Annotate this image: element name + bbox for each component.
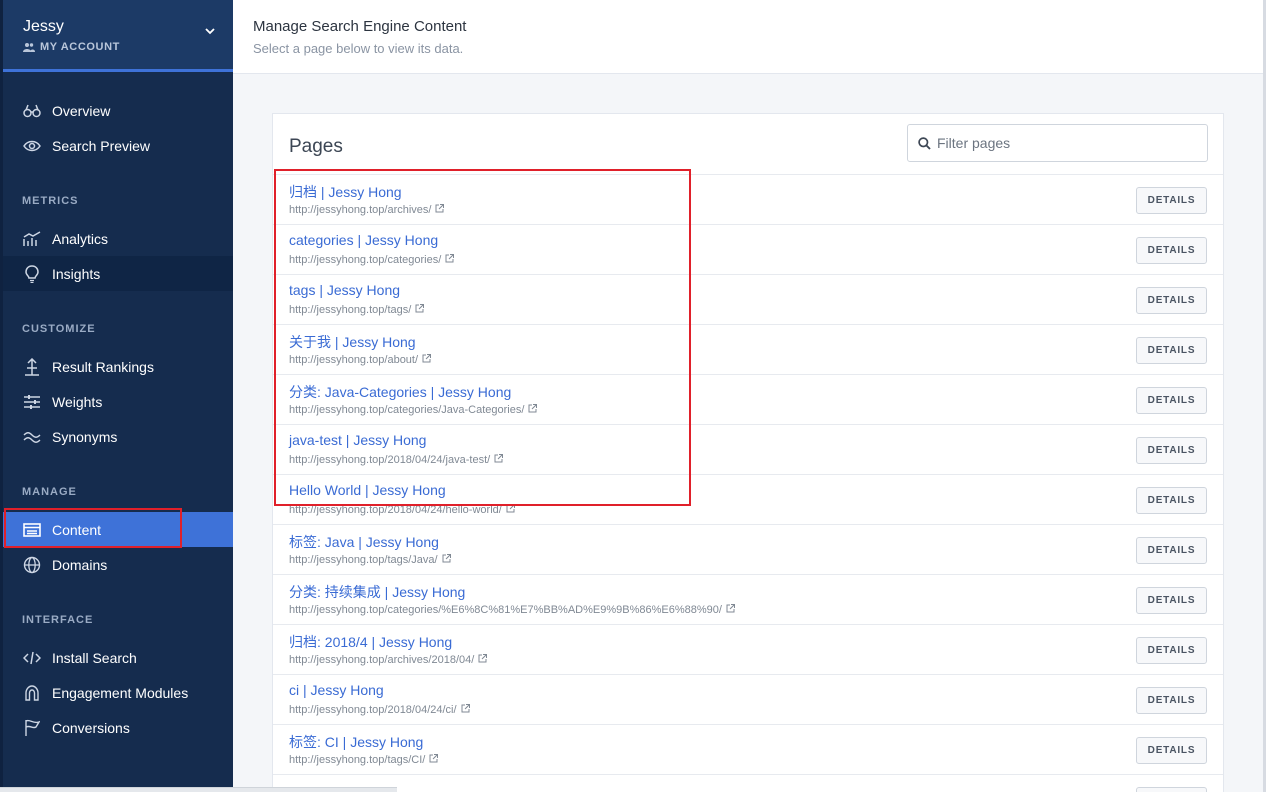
page-url[interactable]: http://jessyhong.top/archives/2018/04/ [289,654,488,666]
sidebar-item-install-search[interactable]: Install Search [3,640,233,675]
page-row: ci | Jessy Hong http://jessyhong.top/2018… [273,674,1223,724]
details-button[interactable]: DETAILS [1136,387,1207,414]
sidebar-item-label: Domains [52,556,108,573]
page-title-link[interactable]: 分类: 持续集成 | Jessy Hong [289,582,465,602]
sidebar-item-label: Analytics [52,230,109,247]
sidebar-item-overview[interactable]: Overview [3,93,233,128]
sidebar-item-result-rankings[interactable]: Result Rankings [3,349,233,384]
page-title: Manage Search Engine Content [253,18,467,35]
chevron-down-icon[interactable] [205,26,215,36]
details-button[interactable]: DETAILS [1136,787,1207,792]
filter-pages-input[interactable] [937,135,1197,151]
sidebar-item-label: Synonyms [52,428,118,445]
users-icon [23,43,35,52]
page-url-text: http://jessyhong.top/archives/2018/04/ [289,654,475,666]
page-url-text: http://jessyhong.top/tags/CI/ [289,754,426,766]
sidebar-item-search-preview[interactable]: Search Preview [3,128,233,163]
synonyms-icon [22,427,42,447]
page-row: 标签: Java | Jessy Hong http://jessyhong.to… [273,524,1223,574]
page-header: Manage Search Engine Content Select a pa… [233,0,1266,74]
page-subtitle: Select a page below to view its data. [253,41,464,56]
external-link-icon[interactable] [429,754,439,766]
details-button[interactable]: DETAILS [1136,337,1207,364]
details-button[interactable]: DETAILS [1136,487,1207,514]
details-button[interactable]: DETAILS [1136,737,1207,764]
page-title-link[interactable]: 标签: CI | Jessy Hong [289,732,423,752]
rankings-icon [22,357,42,377]
eye-icon [22,136,42,156]
page-title-link[interactable]: 归档: 2018/4 | Jessy Hong [289,632,452,652]
sidebar-item-engagement-modules[interactable]: Engagement Modules [3,675,233,710]
my-account-text: MY ACCOUNT [40,41,120,53]
chart-icon [22,229,42,249]
sidebar-item-label: Overview [52,102,111,119]
highlight-box-pages [274,169,691,506]
lightbulb-icon [22,264,42,284]
search-icon [918,136,931,150]
section-metrics: METRICS [22,195,79,207]
sidebar-item-conversions[interactable]: Conversions [3,710,233,745]
sidebar-item-weights[interactable]: Weights [3,384,233,419]
code-icon [22,648,42,668]
details-button[interactable]: DETAILS [1136,287,1207,314]
highlight-box-content [4,508,182,548]
account-label: MY ACCOUNT [23,41,120,53]
flag-icon [22,718,42,738]
sidebar-item-label: Engagement Modules [52,684,189,701]
page-url-text: http://jessyhong.top/categories/%E6%8C%8… [289,604,722,616]
account-name: Jessy [23,18,64,35]
sidebar-item-insights[interactable]: Insights [3,256,233,291]
sidebar-item-label: Weights [52,393,103,410]
sidebar-item-synonyms[interactable]: Synonyms [3,419,233,454]
pages-title: Pages [289,136,343,157]
external-link-icon[interactable] [461,704,470,716]
page-url[interactable]: http://jessyhong.top/tags/CI/ [289,754,439,766]
external-link-icon[interactable] [726,604,735,616]
sidebar-item-domains[interactable]: Domains [3,547,233,582]
details-button[interactable]: DETAILS [1136,637,1207,664]
globe-icon [22,555,42,575]
details-button[interactable]: DETAILS [1136,587,1207,614]
magnet-icon [22,683,42,703]
filter-pages-field[interactable] [907,124,1208,162]
details-button[interactable]: DETAILS [1136,437,1207,464]
page-url-text: http://jessyhong.top/tags/Java/ [289,554,438,566]
sidebar-item-label: Insights [52,265,101,282]
page-url[interactable]: http://jessyhong.top/tags/Java/ [289,554,451,566]
horizontal-scrollbar[interactable] [0,787,397,792]
sidebar-item-label: Install Search [52,649,137,666]
account-switcher[interactable]: Jessy MY ACCOUNT [3,0,233,72]
sidebar-item-label: Result Rankings [52,358,154,375]
details-button[interactable]: DETAILS [1136,687,1207,714]
page-url[interactable]: http://jessyhong.top/2018/04/24/ci/ [289,704,470,716]
sidebar-item-label: Conversions [52,719,130,736]
page-row: 分类: 持续集成 | Jessy Hong http://jessyhong.to… [273,574,1223,624]
page-row: ...DETAILS [273,774,1223,792]
section-customize: CUSTOMIZE [22,323,96,335]
sidebar-item-label: Search Preview [52,137,151,154]
page-row: 标签: CI | Jessy Hong http://jessyhong.top/… [273,724,1223,774]
section-interface: INTERFACE [22,614,94,626]
page-row: 归档: 2018/4 | Jessy Hong http://jessyhong.… [273,624,1223,674]
details-button[interactable]: DETAILS [1136,537,1207,564]
page-url[interactable]: http://jessyhong.top/categories/%E6%8C%8… [289,604,735,616]
page-title-link[interactable]: 标签: Java | Jessy Hong [289,532,439,552]
sidebar: Jessy MY ACCOUNT Overview Search Preview… [0,0,233,792]
page-title-link[interactable]: ci | Jessy Hong [289,682,384,698]
section-manage: MANAGE [22,486,77,498]
page-url-text: http://jessyhong.top/2018/04/24/ci/ [289,704,457,716]
external-link-icon[interactable] [478,654,488,666]
external-link-icon[interactable] [442,554,451,566]
sliders-icon [22,392,42,412]
details-button[interactable]: DETAILS [1136,187,1207,214]
sidebar-item-analytics[interactable]: Analytics [3,221,233,256]
binoculars-icon [22,101,42,121]
details-button[interactable]: DETAILS [1136,237,1207,264]
